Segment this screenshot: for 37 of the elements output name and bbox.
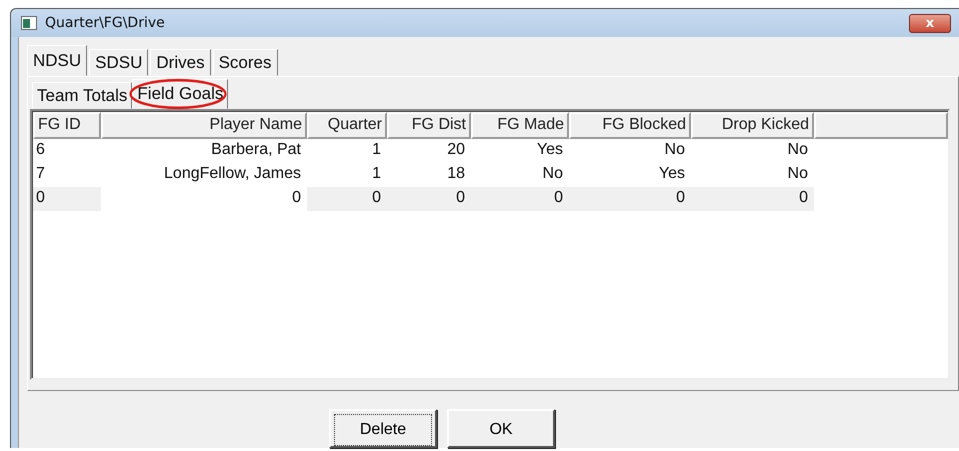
table-cell: 0 (33, 187, 101, 211)
table-cell-text: 0 (291, 188, 302, 208)
table-cell: 0 (387, 187, 471, 211)
table-cell-text: 1 (371, 164, 382, 184)
table-cell-text: 18 (446, 164, 466, 184)
table-cell-text: No (542, 164, 564, 184)
column-header[interactable]: FG Dist (387, 112, 471, 139)
column-header[interactable]: FG ID (33, 112, 101, 139)
table-cell-text: 1 (371, 140, 382, 160)
table-cell: 0 (569, 187, 691, 211)
column-header[interactable]: Player Name (101, 112, 307, 139)
column-header[interactable]: FG Made (471, 112, 569, 139)
table-cell-text: 7 (35, 164, 46, 184)
table-cell-text: Barbera, Pat (210, 140, 302, 160)
window-title: Quarter\FG\Drive (45, 15, 166, 31)
dialog-button[interactable]: OK (447, 409, 555, 448)
table-cell: 0 (471, 187, 569, 211)
table-cell-text: Yes (658, 164, 686, 184)
table-cell: 0 (307, 187, 387, 211)
table-cell-text: LongFellow, James (163, 164, 302, 184)
table-cell-text: Yes (536, 140, 564, 160)
table-cell: 0 (691, 187, 814, 211)
table-cell-text: No (786, 140, 809, 160)
column-header[interactable]: Quarter (307, 112, 387, 139)
tab[interactable]: Team Totals (32, 82, 132, 109)
window-icon (21, 16, 37, 30)
column-header[interactable]: Drop Kicked (691, 112, 814, 139)
tab[interactable]: Scores (212, 49, 278, 76)
tab[interactable]: NDSU (27, 45, 88, 76)
table-cell-text: No (786, 164, 809, 184)
table-cell-text: No (664, 140, 686, 160)
tab[interactable]: Drives (150, 49, 211, 76)
column-header[interactable]: FG Blocked (569, 112, 691, 139)
table-cell-text: 6 (35, 140, 46, 160)
tab[interactable]: SDSU (89, 49, 148, 76)
table-cell-text: 20 (446, 140, 466, 160)
dialog-button[interactable]: Delete (329, 409, 437, 448)
